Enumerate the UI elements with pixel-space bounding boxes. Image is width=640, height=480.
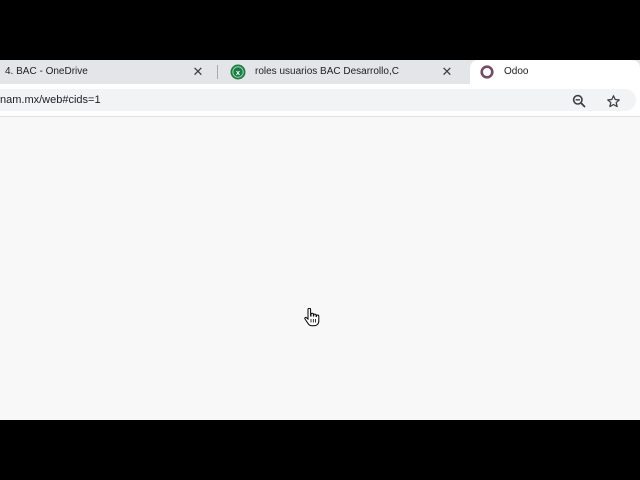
odoo-icon [480, 65, 494, 79]
letterbox-top [0, 0, 640, 60]
browser-window: 4. BAC - OneDrive ✕ x roles usuarios BAC… [0, 60, 640, 420]
close-icon[interactable]: ✕ [189, 63, 207, 81]
tab-excel-roles[interactable]: x roles usuarios BAC Desarrollo,C ✕ [222, 60, 462, 84]
tab-separator [217, 65, 218, 79]
tab-title: Odoo [504, 66, 529, 77]
page-content[interactable] [0, 117, 640, 420]
letterbox-bottom [0, 420, 640, 480]
zoom-out-icon[interactable] [570, 92, 588, 110]
excel-icon: x [230, 64, 246, 80]
url-text[interactable]: nam.mx/web#cids=1 [0, 93, 101, 107]
hand-pointer-icon [304, 308, 320, 327]
tab-odoo[interactable]: Odoo [470, 60, 640, 84]
star-icon[interactable] [604, 92, 622, 110]
tab-strip: 4. BAC - OneDrive ✕ x roles usuarios BAC… [0, 60, 640, 84]
tab-title: 4. BAC - OneDrive [5, 66, 88, 77]
close-icon[interactable]: ✕ [438, 63, 456, 81]
tab-onedrive[interactable]: 4. BAC - OneDrive ✕ [0, 60, 212, 84]
tab-title: roles usuarios BAC Desarrollo,C [255, 66, 399, 77]
